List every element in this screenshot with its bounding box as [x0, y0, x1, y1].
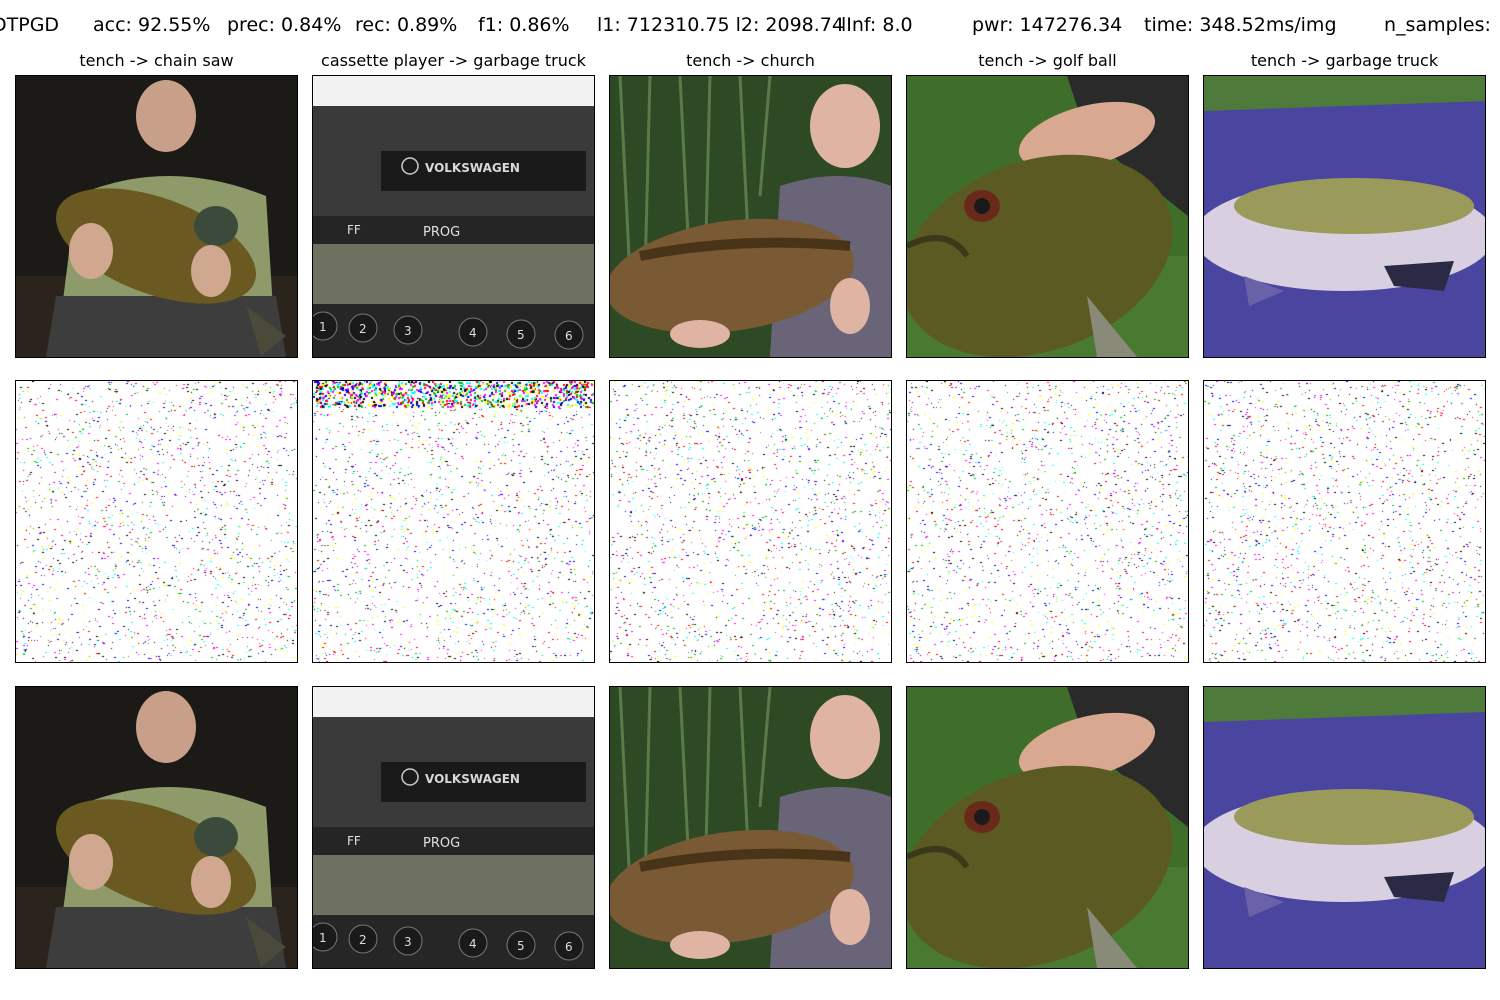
man-holding-tench-photo: [16, 687, 297, 968]
prog-label: PROG: [423, 836, 460, 851]
hand-holding-tench-photo: [907, 687, 1188, 968]
perturbation-noise: [313, 381, 594, 662]
metrics-header: DTPGD acc: 92.55% prec: 0.84% rec: 0.89%…: [0, 14, 1500, 44]
original-image-panel: [15, 75, 298, 358]
preset-label: 3: [404, 324, 412, 338]
attack-method-label: DTPGD: [0, 14, 60, 36]
brand-label: VOLKSWAGEN: [425, 161, 520, 175]
car-cassette-radio-photo: VOLKSWAGEN FF PROG 1 2 3 4 5 6: [313, 76, 594, 357]
power-label: pwr: 147276.34: [972, 14, 1123, 36]
preset-label: 6: [565, 940, 573, 954]
car-cassette-radio-photo: VOLKSWAGEN FF PROG 1 2 3 4 5 6: [313, 687, 594, 968]
perturbation-noise: [907, 381, 1188, 662]
column-title: tench -> chain saw: [79, 51, 234, 70]
perturbation-panel: [609, 380, 892, 663]
original-image-panel: [609, 75, 892, 358]
recall-label: rec: 0.89%: [355, 14, 458, 36]
preset-label: 2: [359, 322, 367, 336]
n-samples-label: n_samples:: [1384, 14, 1491, 36]
f1-label: f1: 0.86%: [478, 14, 570, 36]
perturbation-noise: [1204, 381, 1485, 662]
preset-label: 1: [319, 931, 327, 945]
adversarial-image-panel: [609, 686, 892, 969]
adversarial-image-panel: [1203, 686, 1486, 969]
perturbation-panel: [312, 380, 595, 663]
preset-label: 3: [404, 935, 412, 949]
original-image-panel: [906, 75, 1189, 358]
man-holding-carp-photo: [610, 687, 891, 968]
column-title: cassette player -> garbage truck: [321, 51, 586, 70]
ff-label: FF: [347, 834, 361, 848]
adversarial-image-panel: [906, 686, 1189, 969]
l1-l2-label: l1: 712310.75 l2: 2098.74: [597, 14, 844, 36]
prog-label: PROG: [423, 225, 460, 240]
linf-label: lInf: 8.0: [841, 14, 913, 36]
column-title: tench -> garbage truck: [1250, 51, 1439, 70]
perturbation-noise: [16, 381, 297, 662]
column-title: tench -> church: [686, 51, 815, 70]
original-image-panel: [1203, 75, 1486, 358]
accuracy-label: acc: 92.55%: [93, 14, 211, 36]
perturbation-panel: [15, 380, 298, 663]
adversarial-image-panel: [15, 686, 298, 969]
man-holding-carp-photo: [610, 76, 891, 357]
preset-label: 1: [319, 320, 327, 334]
preset-label: 5: [517, 939, 525, 953]
original-image-panel: VOLKSWAGEN FF PROG 1 2 3 4 5 6: [312, 75, 595, 358]
column-title: tench -> golf ball: [978, 51, 1117, 70]
tench-on-purple-mat-photo: [1204, 687, 1485, 968]
preset-label: 2: [359, 933, 367, 947]
adversarial-image-panel: VOLKSWAGEN FF PROG 1 2 3 4 5 6: [312, 686, 595, 969]
precision-label: prec: 0.84%: [227, 14, 342, 36]
hand-holding-tench-photo: [907, 76, 1188, 357]
ff-label: FF: [347, 223, 361, 237]
man-holding-tench-photo: [16, 76, 297, 357]
perturbation-noise: [610, 381, 891, 662]
tench-on-purple-mat-photo: [1204, 76, 1485, 357]
preset-label: 6: [565, 329, 573, 343]
preset-label: 5: [517, 328, 525, 342]
perturbation-panel: [906, 380, 1189, 663]
preset-label: 4: [469, 937, 477, 951]
time-label: time: 348.52ms/img: [1144, 14, 1337, 36]
preset-label: 4: [469, 326, 477, 340]
brand-label: VOLKSWAGEN: [425, 772, 520, 786]
perturbation-panel: [1203, 380, 1486, 663]
